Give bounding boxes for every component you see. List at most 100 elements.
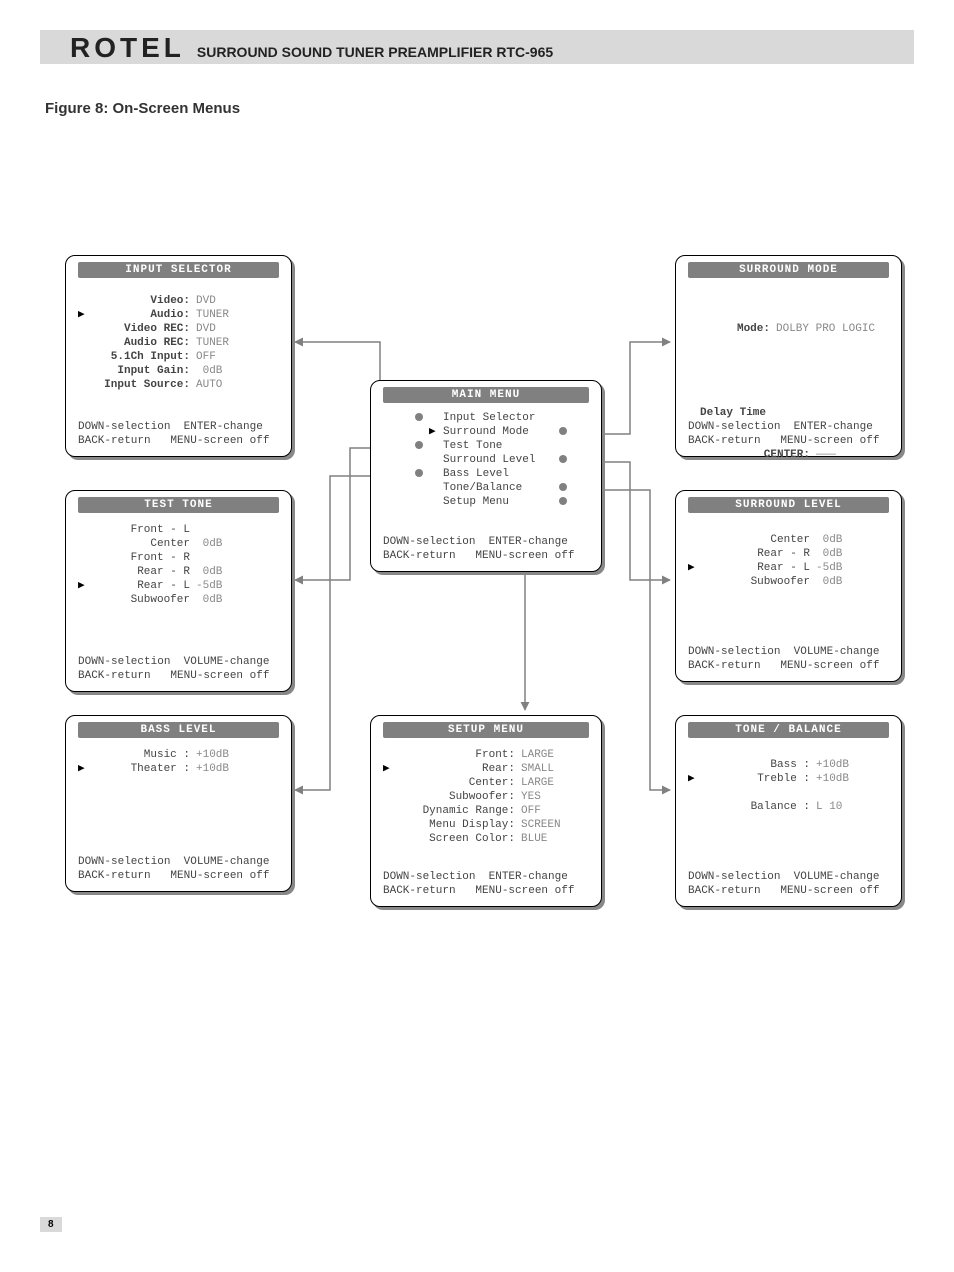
row-value: LARGE [521,748,554,762]
menu-row: Front: LARGE [383,748,589,762]
row-label: Menu Display: [395,818,515,832]
menu-row: Subwoofer:YES [383,790,589,804]
row-label: Subwoofer [700,575,810,589]
selection-marker [78,523,90,537]
main-menu-label: Surround Mode [443,425,559,439]
row-label [700,786,810,800]
row-label: Rear - R [700,547,810,561]
row-value: 0dB [196,537,222,551]
footer-text: DOWN-selection ENTER-change BACK-return … [383,870,589,898]
menu-row: Input Source:AUTO [78,378,279,392]
footer-text: DOWN-selection VOLUME-change BACK-return… [688,645,889,673]
row-value: 0dB [816,575,842,589]
tone-balance-title: TONE / BALANCE [688,722,889,738]
row-label: Balance : [700,800,810,814]
link-dot-icon [559,455,567,463]
row-value: DVD [196,322,216,336]
main-menu-title: MAIN MENU [383,387,589,403]
row-value: 0dB [816,533,842,547]
setup-menu-title: SETUP MENU [383,722,589,738]
selection-marker [688,786,700,800]
selection-marker: ▶ [688,561,700,575]
row-value: SCREEN [521,818,561,832]
header-bar: ROTEL SURROUND SOUND TUNER PREAMPLIFIER … [40,30,914,64]
footer-text: DOWN-selection VOLUME-change BACK-return… [78,655,279,683]
footer-text: DOWN-selection ENTER-change BACK-return … [383,535,589,563]
main-menu-label: Tone/Balance [443,481,559,495]
selection-marker [383,748,395,762]
row-value: -5dB [816,561,842,575]
row-value: DVD [196,294,216,308]
selection-marker [383,790,395,804]
main-menu-item: Tone/Balance [383,481,589,495]
row-label: Rear - R [90,565,190,579]
menu-row: Dynamic Range:OFF [383,804,589,818]
selection-marker [78,537,90,551]
main-menu-item: Bass Level [383,467,589,481]
footer-text: DOWN-selection ENTER-change BACK-return … [78,420,279,448]
link-dot-icon [415,441,423,449]
test-tone-title: TEST TONE [78,497,279,513]
main-menu-label: Bass Level [443,467,559,481]
row-value: OFF [196,350,216,364]
menu-row: ▶Treble :+10dB [688,772,889,786]
main-menu-item: Setup Menu [383,495,589,509]
footer-text: DOWN-selection VOLUME-change BACK-return… [78,855,279,883]
menu-row: ▶Theater :+10dB [78,762,279,776]
bass-level-box: BASS LEVEL Music :+10dB▶Theater :+10dB D… [65,715,292,892]
row-label: Subwoofer: [395,790,515,804]
row-value: 0dB [196,364,222,378]
menu-row: Center 0dB [688,533,889,547]
menu-row: Screen Color:BLUE [383,832,589,846]
selection-marker [78,336,90,350]
menu-row: Front - L [78,523,279,537]
row-label: Rear - L [90,579,190,593]
selection-marker [688,758,700,772]
row-value: AUTO [196,378,222,392]
selection-marker: ▶ [78,308,90,322]
row-label: Bass : [700,758,810,772]
input-selector-box: INPUT SELECTOR Video:DVD▶Audio:TUNERVide… [65,255,292,457]
row-label: Input Gain: [90,364,190,378]
menu-row: Rear - R 0dB [688,547,889,561]
footer-text: DOWN-selection ENTER-change BACK-return … [688,420,889,448]
menu-row: Bass :+10dB [688,758,889,772]
row-label: Front: [395,748,515,762]
row-label: Center [90,537,190,551]
menu-row: Input Gain: 0dB [78,364,279,378]
row-label: Theater : [90,762,190,776]
row-label: Video: [90,294,190,308]
selection-marker [429,453,443,467]
selection-marker [429,481,443,495]
selection-marker [78,294,90,308]
row-label: Rear - L [700,561,810,575]
surround-level-title: SURROUND LEVEL [688,497,889,513]
row-value: L 10 [816,800,842,814]
menu-row: ▶Rear - L-5dB [78,579,279,593]
menu-row: Subwoofer 0dB [78,593,279,607]
menu-row: Video REC: DVD [78,322,279,336]
selection-marker: ▶ [78,579,90,593]
row-label: Treble : [700,772,810,786]
row-label: Audio REC: [90,336,190,350]
row-label: Subwoofer [90,593,190,607]
selection-marker [688,575,700,589]
menu-row: Video: DVD [78,294,279,308]
row-label: Rear: [395,762,515,776]
menu-row: 5.1Ch Input:OFF [78,350,279,364]
test-tone-box: TEST TONE Front - LCenter 0dBFront - RRe… [65,490,292,692]
row-label: Video REC: [90,322,190,336]
setup-menu-box: SETUP MENU Front:LARGE▶Rear:SMALLCenter:… [370,715,602,907]
row-value: OFF [521,804,541,818]
row-value: 0dB [196,593,222,607]
selection-marker [78,378,90,392]
footer-text: DOWN-selection VOLUME-change BACK-return… [688,870,889,898]
row-value: LARGE [521,776,554,790]
menu-row: Rear - R 0dB [78,565,279,579]
row-label: Front - L [90,523,190,537]
selection-marker [429,411,443,425]
row-value: TUNER [196,308,229,322]
surround-mode-box: SURROUND MODE Mode:DOLBY PRO LOGIC Delay… [675,255,902,457]
page-number: 8 [40,1217,62,1232]
row-label: Music : [90,748,190,762]
